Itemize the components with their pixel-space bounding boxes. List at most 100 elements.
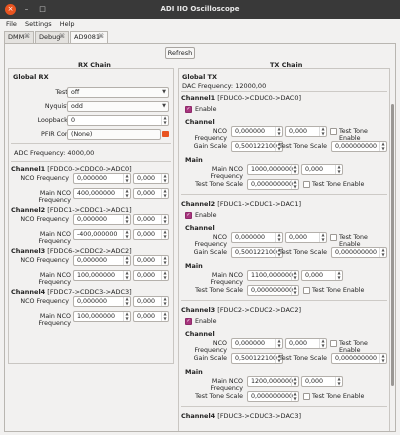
rx-ch2-nco-phase-input[interactable]: 0,000 ▲ ▼ — [133, 214, 169, 225]
rx-ch3-main-nco-input[interactable]: 100,000000 ▲ ▼ — [73, 270, 131, 281]
rx-ch1-main-phase-input[interactable]: 0,000 ▲ ▼ — [133, 188, 169, 199]
rx-ch4-nco-input[interactable]: 0,000000 ▲ ▼ — [73, 296, 131, 307]
tx-ch3-main-nco-input[interactable]: 1200,000000 ▲ ▼ — [247, 376, 299, 387]
stepper-arrows-icon[interactable]: ▲ ▼ — [275, 126, 282, 136]
stepper-arrows-icon[interactable]: ▲ ▼ — [379, 141, 386, 151]
vertical-scrollbar[interactable] — [391, 104, 394, 386]
refresh-button[interactable]: Refresh — [165, 47, 195, 59]
stepper-arrows-icon[interactable]: ▲ ▼ — [335, 164, 342, 174]
stepper-arrows-icon[interactable]: ▲ ▼ — [123, 214, 130, 224]
stepper-arrows-icon[interactable]: ▲ ▼ — [335, 376, 342, 386]
rx-ch2-nco-input[interactable]: 0,000000 ▲ ▼ — [73, 214, 131, 225]
stepper-arrows-icon[interactable]: ▲ ▼ — [291, 376, 298, 386]
rx-ch3-nco-input[interactable]: 0,000000 ▲ ▼ — [73, 255, 131, 266]
rx-ch4-main-nco-input[interactable]: 100,000000 ▲ ▼ — [73, 311, 131, 322]
test-mode-select[interactable]: off ▼ — [67, 87, 169, 98]
tx-ch3-gain-input[interactable]: 0,500122100 ▲ ▼ — [231, 353, 283, 364]
tx-ch2-main-tone-scale-label: Test Tone Scale — [195, 287, 243, 294]
tx-ch2-test-tone-enable-label: Test Tone Enable — [339, 234, 368, 248]
rx-ch2-main-phase-input[interactable]: 0,000 ▲ ▼ — [133, 229, 169, 240]
tx-ch2-main-tone-scale-input[interactable]: 0,000000000 ▲ ▼ — [247, 285, 299, 296]
stepper-arrows-icon[interactable]: ▲ ▼ — [161, 214, 168, 224]
stepper-arrows-icon[interactable]: ▲ ▼ — [319, 126, 326, 136]
tx-ch3-main-phase-input[interactable]: 0,000 ▲ ▼ — [301, 376, 343, 387]
stepper-arrows-icon[interactable]: ▲ ▼ — [161, 255, 168, 265]
rx-ch1-nco-phase-input[interactable]: 0,000 ▲ ▼ — [133, 173, 169, 184]
menu-file[interactable]: File — [6, 19, 17, 30]
stepper-arrows-icon[interactable]: ▲ ▼ — [291, 285, 298, 295]
tx-ch2-main-phase-input[interactable]: 0,000 ▲ ▼ — [301, 270, 343, 281]
rx-ch4-nco-phase-input[interactable]: 0,000 ▲ ▼ — [133, 296, 169, 307]
tx-ch3-main-tone-scale-input[interactable]: 0,000000000 ▲ ▼ — [247, 391, 299, 402]
rx-ch2-main-nco-input[interactable]: -400,000000 ▲ ▼ — [73, 229, 131, 240]
rx-ch3-nco-phase-input[interactable]: 0,000 ▲ ▼ — [133, 255, 169, 266]
stepper-arrows-icon[interactable]: ▲ ▼ — [123, 173, 130, 183]
tx-ch1-test-tone-enable-checkbox[interactable] — [330, 128, 337, 135]
tx-ch3-main-test-tone-checkbox[interactable] — [303, 393, 310, 400]
stepper-arrows-icon[interactable]: ▲ ▼ — [275, 232, 282, 242]
pfir-config-file-chooser[interactable]: (None) — [67, 129, 161, 140]
tx-ch2-enable-checkbox[interactable]: ✓ — [185, 212, 192, 219]
tx-ch1-nco-phase-input[interactable]: 0,000 ▲ ▼ — [285, 126, 327, 137]
stepper-arrows-icon[interactable]: ▲ ▼ — [291, 391, 298, 401]
stepper-arrows-icon[interactable]: ▲ ▼ — [275, 338, 282, 348]
stepper-arrows-icon[interactable]: ▲ ▼ — [161, 173, 168, 183]
stepper-arrows-icon[interactable]: ▲ ▼ — [123, 255, 130, 265]
stepper-arrows-icon[interactable]: ▲ ▼ — [335, 270, 342, 280]
stepper-arrows-icon[interactable]: ▲ ▼ — [291, 164, 298, 174]
tx-ch3-nco-input[interactable]: 0,000000 ▲ ▼ — [231, 338, 283, 349]
tx-ch2-tone-scale-input[interactable]: 0,000000000 ▲ ▼ — [331, 247, 387, 258]
tx-ch1-enable-checkbox[interactable]: ✓ — [185, 106, 192, 113]
tx-ch1-main-nco-input[interactable]: 1000,000000 ▲ ▼ — [247, 164, 299, 175]
tx-ch2-nco-input[interactable]: 0,000000 ▲ ▼ — [231, 232, 283, 243]
stepper-arrows-icon[interactable]: ▲ ▼ — [319, 338, 326, 348]
tx-ch2-main-title: Main — [185, 262, 203, 270]
tx-ch1-tone-scale-input[interactable]: 0,000000000 ▲ ▼ — [331, 141, 387, 152]
nyquist-zone-select[interactable]: odd ▼ — [67, 101, 169, 112]
menu-help[interactable]: Help — [60, 19, 75, 30]
tx-ch2-main-nco-input[interactable]: 1100,000000 ▲ ▼ — [247, 270, 299, 281]
tx-ch2-nco-phase-input[interactable]: 0,000 ▲ ▼ — [285, 232, 327, 243]
stepper-arrows-icon[interactable]: ▲ ▼ — [161, 296, 168, 306]
tx-ch1-main-nco-label: Main NCO Frequency — [210, 166, 243, 180]
tx-ch3-tone-scale-input[interactable]: 0,000000000 ▲ ▼ — [331, 353, 387, 364]
stepper-arrows-icon[interactable]: ▲ ▼ — [123, 188, 130, 198]
stepper-arrows-icon[interactable]: ▲ ▼ — [123, 270, 130, 280]
stepper-arrows-icon[interactable]: ▲ ▼ — [161, 115, 168, 125]
tx-ch1-main-test-tone-checkbox[interactable] — [303, 181, 310, 188]
tx-ch2-main-test-tone-checkbox[interactable] — [303, 287, 310, 294]
rx-ch1-nco-input[interactable]: 0,000000 ▲ ▼ — [73, 173, 131, 184]
tx-ch2-gain-input[interactable]: 0,500122100 ▲ ▼ — [231, 247, 283, 258]
tx-ch1-nco-input[interactable]: 0,000000 ▲ ▼ — [231, 126, 283, 137]
tab-debug[interactable]: Debug ⌘ — [35, 31, 69, 43]
stepper-arrows-icon[interactable]: ▲ ▼ — [123, 229, 130, 239]
tx-ch1-gain-input[interactable]: 0,500122100 ▲ ▼ — [231, 141, 283, 152]
stepper-arrows-icon[interactable]: ▲ ▼ — [161, 311, 168, 321]
stepper-arrows-icon[interactable]: ▲ ▼ — [291, 179, 298, 189]
tx-ch3-test-tone-enable-checkbox[interactable] — [330, 340, 337, 347]
stepper-arrows-icon[interactable]: ▲ ▼ — [123, 296, 130, 306]
detach-icon[interactable]: ⌘ — [98, 32, 104, 42]
tx-ch1-main-phase-input[interactable]: 0,000 ▲ ▼ — [301, 164, 343, 175]
folder-icon[interactable] — [162, 131, 169, 137]
rx-ch1-main-nco-input[interactable]: 400,000000 ▲ ▼ — [73, 188, 131, 199]
tx-ch1-main-tone-scale-input[interactable]: 0,000000000 ▲ ▼ — [247, 179, 299, 190]
stepper-arrows-icon[interactable]: ▲ ▼ — [319, 232, 326, 242]
menu-settings[interactable]: Settings — [25, 19, 52, 30]
tx-ch2-test-tone-enable-checkbox[interactable] — [330, 234, 337, 241]
stepper-arrows-icon[interactable]: ▲ ▼ — [379, 247, 386, 257]
stepper-arrows-icon[interactable]: ▲ ▼ — [123, 311, 130, 321]
stepper-arrows-icon[interactable]: ▲ ▼ — [379, 353, 386, 363]
rx-ch3-main-phase-input[interactable]: 0,000 ▲ ▼ — [133, 270, 169, 281]
rx-ch4-main-phase-input[interactable]: 0,000 ▲ ▼ — [133, 311, 169, 322]
stepper-arrows-icon[interactable]: ▲ ▼ — [161, 229, 168, 239]
detach-icon[interactable]: ⌘ — [59, 32, 65, 42]
detach-icon[interactable]: ⌘ — [24, 32, 30, 42]
stepper-arrows-icon[interactable]: ▲ ▼ — [161, 188, 168, 198]
tab-dmm[interactable]: DMM ⌘ — [4, 31, 34, 43]
loopback-mode-input[interactable]: 0 ▲ ▼ — [67, 115, 169, 126]
tx-ch3-enable-checkbox[interactable]: ✓ — [185, 318, 192, 325]
stepper-arrows-icon[interactable]: ▲ ▼ — [291, 270, 298, 280]
tx-ch3-nco-phase-input[interactable]: 0,000 ▲ ▼ — [285, 338, 327, 349]
stepper-arrows-icon[interactable]: ▲ ▼ — [161, 270, 168, 280]
